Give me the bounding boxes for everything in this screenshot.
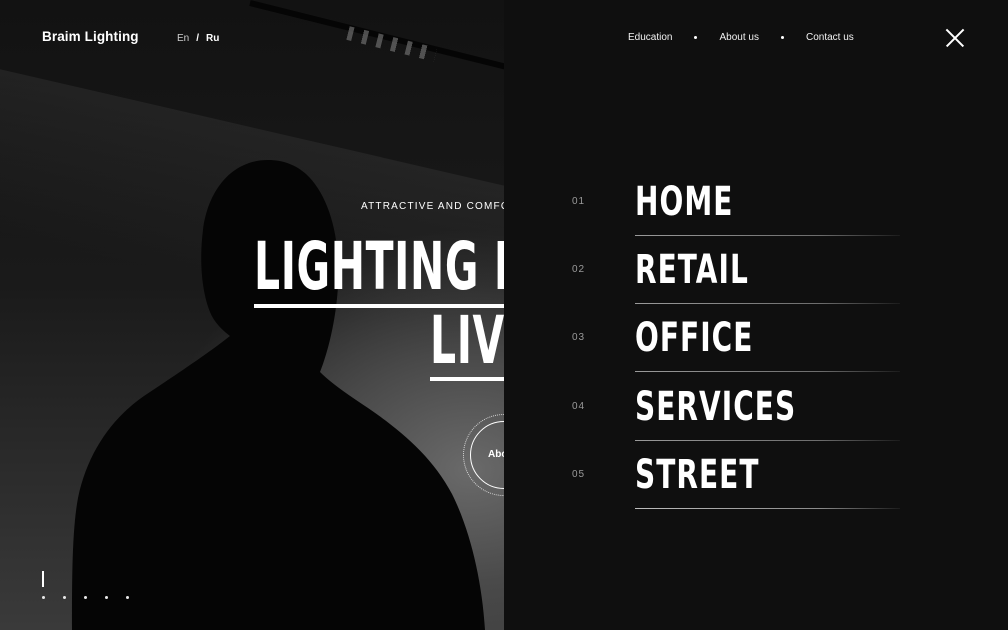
slide-progress-indicator (42, 571, 44, 587)
menu-item-label[interactable]: RETAIL (635, 248, 749, 292)
about-button-label[interactable]: Abo (488, 449, 504, 460)
menu-item-number: 03 (572, 332, 586, 344)
menu-divider (635, 371, 900, 373)
menu-item-home[interactable]: 01 HOME (572, 172, 902, 240)
menu-item-label[interactable]: SERVICES (635, 385, 796, 429)
language-switcher: En / Ru (177, 33, 219, 44)
menu-item-number: 05 (572, 468, 586, 480)
menu-item-number: 04 (572, 400, 586, 412)
nav-education-link[interactable]: Education (628, 32, 672, 43)
close-icon[interactable] (945, 28, 965, 48)
menu-item-number: 01 (572, 196, 586, 207)
menu-divider (635, 439, 900, 441)
nav-contact-us-link[interactable]: Contact us (806, 32, 854, 43)
nav-about-us-link[interactable]: About us (719, 32, 758, 43)
menu-item-label[interactable]: STREET (635, 453, 759, 497)
hero-headline-line1: LIGHTING D (254, 228, 504, 305)
slide-dot[interactable] (126, 596, 129, 599)
menu-item-street[interactable]: 05 STREET (572, 445, 902, 513)
main-menu: 01 HOME 02 RETAIL 03 OFFICE 04 SERVICES … (572, 172, 902, 513)
language-separator: / (196, 33, 200, 44)
hero-tagline: ATTRACTIVE AND COMFO (361, 201, 504, 212)
brand-logo[interactable]: Braim Lighting (42, 29, 139, 44)
hero-section: Braim Lighting En / Ru ATTRACTIVE AND CO… (0, 0, 504, 630)
slide-dot[interactable] (105, 596, 108, 599)
nav-separator-dot (694, 36, 698, 39)
menu-item-retail[interactable]: 02 RETAIL (572, 240, 902, 308)
menu-item-number: 02 (572, 264, 586, 276)
language-ru-link[interactable]: Ru (206, 33, 219, 44)
hero-headline-line2: LIV (430, 302, 504, 379)
menu-item-label[interactable]: OFFICE (635, 316, 753, 360)
top-navigation: Education About us Contact us (628, 32, 854, 43)
menu-item-label[interactable]: HOME (635, 180, 733, 224)
menu-item-office[interactable]: 03 OFFICE (572, 308, 902, 376)
slide-dot[interactable] (42, 596, 45, 599)
headline-underline-2 (430, 377, 504, 381)
slide-dot[interactable] (63, 596, 66, 599)
person-silhouette-image (72, 160, 485, 630)
slide-dots (42, 596, 129, 599)
menu-item-services[interactable]: 04 SERVICES (572, 377, 902, 445)
language-en-link[interactable]: En (177, 33, 189, 44)
menu-divider (635, 303, 900, 305)
nav-separator-dot (780, 36, 784, 39)
menu-divider (635, 235, 900, 236)
menu-divider (635, 507, 900, 509)
slide-dot[interactable] (84, 596, 87, 599)
